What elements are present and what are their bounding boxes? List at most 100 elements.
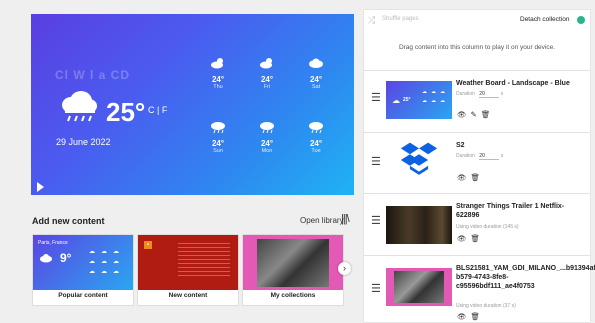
forecast-temp: 24° (309, 139, 323, 148)
carousel-next-button[interactable]: › (338, 262, 351, 275)
duration-input[interactable]: 20 (479, 91, 500, 98)
current-date: 29 June 2022 (56, 137, 111, 147)
card-thumbnail: ▪ (138, 235, 238, 290)
card-thumbnail: Paris, France 9° ☁☁☁ ☁☁☁ ☁☁☁ (33, 235, 133, 290)
item-duration: Using video duration (145 s) (456, 224, 519, 230)
cloud-rain-icon (211, 122, 225, 134)
eye-icon[interactable]: 👁 (457, 234, 471, 243)
shuffle-icon[interactable]: ⤮ (368, 15, 375, 26)
item-duration: Using video duration (37 s) (456, 303, 516, 309)
eye-icon[interactable]: 👁 (457, 110, 471, 119)
duration-input[interactable]: 20 (479, 153, 500, 160)
preview-faded-title: Cl W l a CD (55, 68, 131, 82)
library-icon[interactable]: |||\ (341, 213, 350, 225)
item-title: S2 (456, 142, 465, 149)
cloud-icon: ☁ (392, 96, 400, 105)
card-photo (257, 239, 329, 287)
drag-handle-icon[interactable]: ☰ (371, 214, 381, 227)
cloud-icon (309, 58, 323, 68)
forecast-temp: 24° (309, 75, 323, 84)
forecast-day: 24° Mon (252, 120, 282, 154)
rss-icon: ▪ (144, 241, 152, 249)
duration-unit: s (500, 153, 504, 159)
drag-handle-icon[interactable]: ☰ (371, 91, 381, 104)
forecast-day: 24° Tue (301, 120, 331, 154)
trash-icon[interactable]: 🗑 (471, 312, 485, 321)
trash-icon[interactable]: 🗑 (481, 110, 495, 119)
forecast-day: 24° Fri (252, 56, 282, 90)
eye-icon[interactable]: 👁 (457, 173, 471, 182)
detach-collection-label[interactable]: Detach collection (520, 16, 570, 23)
thumbnail-forecast-grid: ☁☁☁ ☁☁☁ (422, 89, 449, 104)
card-text-lines (178, 243, 230, 279)
shuffle-pages-label[interactable]: Shuffle pages (382, 16, 419, 22)
pencil-icon[interactable]: ✎ (471, 110, 481, 119)
content-card-new[interactable]: ▪ New content (138, 235, 238, 305)
cloud-sun-icon (260, 58, 272, 69)
cloud-rain-icon (309, 122, 323, 134)
collection-item[interactable]: ☰ S2 Duration 20 s 👁🗑 (364, 132, 590, 194)
forecast-day-label: Sat (311, 84, 321, 90)
duration-label: Duration (456, 91, 475, 97)
forecast-day-label: Fri (263, 84, 271, 90)
duration-label: Duration (456, 153, 475, 159)
forecast-temp: 24° (260, 139, 274, 148)
forecast-day-label: Thu (213, 84, 223, 90)
card-label: My collections (270, 292, 316, 299)
forecast-day-label: Sun (213, 148, 223, 154)
item-duration: Duration 20 s (456, 153, 503, 160)
trash-icon[interactable]: 🗑 (471, 234, 485, 243)
item-thumbnail: ☁ 25° ☁☁☁ ☁☁☁ (386, 81, 452, 119)
rain-cloud-icon (62, 91, 97, 122)
current-temperature: 25° (106, 97, 146, 127)
item-actions: 👁🗑 (457, 173, 484, 182)
collection-item[interactable]: ☰ Stranger Things Trailer 1 Netflix-6228… (364, 193, 590, 256)
add-content-title: Add new content (32, 216, 105, 226)
cloud-icon (40, 254, 52, 263)
item-thumbnail (386, 206, 452, 244)
content-card-popular[interactable]: Paris, France 9° ☁☁☁ ☁☁☁ ☁☁☁ Popular conte… (33, 235, 133, 305)
dropbox-logo-icon (400, 142, 438, 175)
card-label: New content (168, 292, 208, 299)
item-actions: 👁🗑 (457, 312, 484, 321)
item-duration: Duration 20 s (456, 91, 503, 98)
item-title: BLS21581_YAM_GDI_MILANO_...b91394af-b579… (456, 265, 595, 290)
heart-icon[interactable] (577, 16, 585, 24)
eye-icon[interactable]: 👁 (457, 312, 471, 321)
forecast-temp: 24° (211, 75, 225, 84)
left-panel: Cl W l a CD 25° C | F 29 June 2022 24° T… (0, 0, 363, 322)
trash-icon[interactable]: 🗑 (471, 173, 485, 182)
card-forecast-grid: ☁☁☁ ☁☁☁ ☁☁☁ (89, 249, 125, 275)
content-preview[interactable]: Cl W l a CD 25° C | F 29 June 2022 24° T… (31, 14, 354, 195)
collection-item[interactable]: ☰ ☁ 25° ☁☁☁ ☁☁☁ Weather Board - Landscape… (364, 70, 590, 133)
thumbnail-photo (394, 271, 444, 303)
play-icon[interactable] (37, 182, 44, 192)
item-thumbnail (386, 268, 452, 306)
forecast-day-label: Tue (311, 148, 321, 154)
forecast-temp: 24° (211, 139, 225, 148)
open-library-link[interactable]: Open library (300, 216, 344, 225)
item-actions: 👁✎🗑 (457, 110, 494, 119)
duration-unit: s (500, 91, 504, 97)
item-title: Weather Board - Landscape - Blue (456, 80, 570, 87)
collection-panel: ⤮ Shuffle pages Detach collection Drag c… (364, 10, 595, 323)
unit-toggle[interactable]: C | F (148, 105, 167, 115)
item-actions: 👁🗑 (457, 234, 484, 243)
drop-hint: Drag content into this column to play it… (398, 44, 556, 51)
card-location: Paris, France (38, 240, 68, 246)
card-thumbnail (243, 235, 343, 290)
card-temp: 9° (60, 251, 72, 265)
forecast-day: 24° Thu (203, 56, 233, 90)
forecast-day-label: Mon (261, 148, 273, 154)
forecast-day: 24° Sat (301, 56, 331, 90)
drag-handle-icon[interactable]: ☰ (371, 282, 381, 295)
thumbnail-temp: 25° (403, 97, 411, 103)
forecast-temp: 24° (260, 75, 274, 84)
item-title: Stranger Things Trailer 1 Netflix-622896 (456, 203, 565, 219)
collection-item[interactable]: ☰ BLS21581_YAM_GDI_MILANO_...b91394af-b5… (364, 255, 595, 323)
forecast-day: 24° Sun (203, 120, 233, 154)
content-card-collections[interactable]: My collections (243, 235, 343, 305)
cloud-rain-icon (260, 122, 274, 134)
card-label: Popular content (58, 292, 108, 299)
drag-handle-icon[interactable]: ☰ (371, 155, 381, 168)
